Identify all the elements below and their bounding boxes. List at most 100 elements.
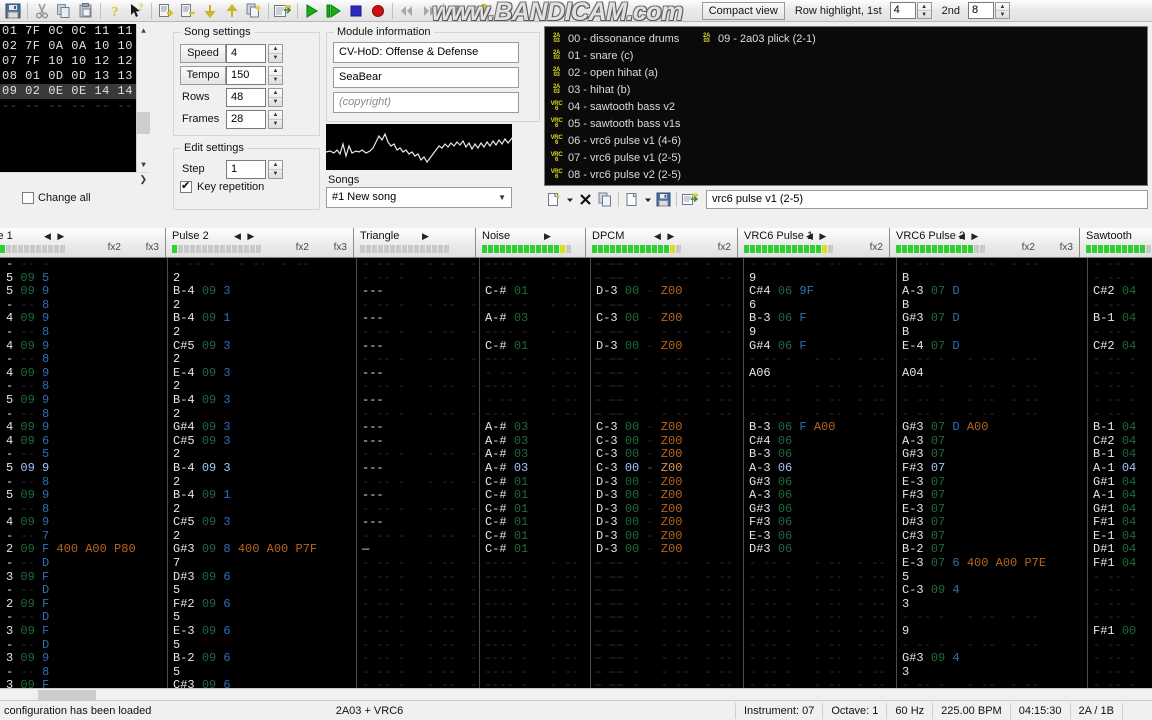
prev-frame-icon[interactable] [396, 1, 418, 21]
delete-instrument-icon[interactable] [575, 190, 595, 210]
pattern-cell[interactable]: B-3 06 F [749, 312, 814, 326]
pattern-cell[interactable]: B-2 09 6 [173, 651, 238, 666]
new-instrument-icon[interactable] [544, 190, 564, 210]
pattern-cell-empty[interactable]: - -- - - -- - -- [902, 258, 1039, 272]
pattern-cell[interactable]: C#4 06 9F [749, 284, 821, 299]
author-input[interactable]: SeaBear [333, 67, 519, 88]
pattern-cell[interactable]: 2 [173, 448, 187, 462]
pattern-cell[interactable]: 4 09 9 [6, 312, 56, 326]
pattern-cell[interactable]: E-3 07 [902, 475, 952, 490]
pattern-cell[interactable]: 2 [173, 380, 187, 394]
pattern-cell[interactable]: D#1 04 [1093, 543, 1143, 557]
play-from-start-icon[interactable] [323, 1, 345, 21]
pattern-cell[interactable]: B-3 06 [749, 448, 799, 462]
pattern-cell[interactable]: - -- D [6, 638, 56, 653]
pattern-cell[interactable]: 3 09 F [6, 570, 56, 585]
pattern-cell[interactable]: C-# 01 [485, 543, 535, 557]
pattern-cell-empty[interactable]: - -- - - -- - -- [1093, 611, 1152, 625]
pattern-cell[interactable]: 2 [173, 475, 187, 490]
pattern-cell-empty[interactable]: - -- - - -- - -- [596, 570, 733, 585]
pattern-cell[interactable]: - -- 5 [6, 448, 56, 462]
pattern-cell-empty[interactable]: - -- - - -- - -- [1093, 366, 1152, 381]
speed-button[interactable]: Speed [180, 43, 226, 63]
frame-row[interactable]: 07 7F 10 10 12 12 7F [0, 54, 150, 69]
tempo-spinner[interactable]: ▲ ▼ [268, 65, 283, 85]
duplicate-frame-icon[interactable] [243, 1, 265, 21]
pattern-cell[interactable]: E-4 07 D [902, 339, 967, 354]
key-repetition-row[interactable]: Key repetition [180, 179, 319, 193]
pattern-cell-empty[interactable]: - -- - - -- - -- [749, 407, 886, 422]
pattern-cell[interactable]: — [362, 543, 376, 557]
channel-fx-arrows[interactable]: ◀ ▶ [958, 231, 980, 242]
load-instrument-icon[interactable] [622, 190, 642, 210]
pattern-cell[interactable]: 5 09 9 [6, 284, 56, 299]
pattern-cell-empty[interactable]: - -- - - -- - -- [1093, 679, 1152, 688]
pattern-cell[interactable]: D-3 00 - Z00 [596, 502, 690, 517]
pattern-cell[interactable]: C#4 06 [749, 434, 799, 449]
pattern-cell-empty[interactable]: - -- - - -- - -- [596, 652, 733, 666]
pattern-cell[interactable]: A-# 03 [485, 461, 535, 476]
pattern-cell[interactable]: E-3 07 6 400 A00 P7E [902, 556, 1053, 571]
instrument-list-item[interactable]: VRC 6 08 - vrc6 pulse v2 (2-5) [547, 166, 697, 183]
pattern-cell[interactable]: D-3 00 - Z00 [596, 543, 690, 557]
help-icon[interactable]: ? [104, 1, 126, 21]
channel-fx-arrows[interactable]: ◀ ▶ [234, 231, 256, 242]
channel-fx-arrows[interactable]: ◀ ▶ [654, 231, 676, 242]
pattern-cell[interactable]: C#3 09 6 [173, 679, 238, 688]
pattern-cell[interactable]: 3 [902, 665, 916, 680]
stop-icon[interactable] [345, 1, 367, 21]
rows-input[interactable]: 48 [226, 87, 266, 107]
pattern-cell[interactable]: --- [362, 434, 391, 449]
pattern-cell[interactable]: C-# 01 [485, 529, 535, 544]
pattern-cell[interactable]: E-3 07 [902, 502, 952, 517]
pattern-cell[interactable]: 4 09 6 [6, 434, 56, 449]
pattern-cell[interactable]: A-# 03 [485, 434, 535, 449]
pattern-cell[interactable]: A06 [749, 366, 778, 381]
pattern-cell[interactable]: G#3 07 D [902, 312, 967, 326]
pattern-cell[interactable]: C-# 01 [485, 339, 535, 354]
pattern-cell-empty[interactable]: - -- - - -- - -- [1093, 353, 1152, 367]
pattern-cell-empty[interactable]: - -- - - -- - -- [749, 597, 886, 612]
pattern-cell-empty[interactable]: - -- - - -- - -- [749, 611, 886, 625]
pattern-cell-empty[interactable]: - -- - - -- - -- [596, 665, 733, 680]
change-all-checkbox[interactable] [22, 192, 34, 204]
pattern-cell[interactable]: 5 [173, 583, 187, 598]
pattern-cell-empty[interactable]: - -- - - -- - -- [596, 638, 733, 653]
pattern-cell[interactable]: C-3 00 - Z00 [596, 312, 690, 326]
pattern-cell-empty[interactable]: - -- - - -- - -- [596, 258, 733, 272]
frame-editor[interactable]: 01 7F 0C 0C 11 11 09 02 7F 0A 0A 10 10 7F… [0, 24, 150, 172]
pattern-cell[interactable]: F#3 07 [902, 461, 952, 476]
frames-input[interactable]: 28 [226, 109, 266, 129]
pattern-cell[interactable]: E-1 04 [1093, 529, 1143, 544]
pattern-cell[interactable]: D-3 00 - Z00 [596, 284, 690, 299]
pattern-cell[interactable]: --- [362, 461, 391, 476]
pattern-cell-empty[interactable]: - -- - - -- - -- [902, 353, 1039, 367]
pattern-cell[interactable]: E-3 06 [749, 529, 799, 544]
pattern-cell[interactable]: B-3 06 F A00 [749, 420, 843, 435]
channel-header-pulse-1[interactable]: Pulse 1 ◀ ▶ fx2 fx3 [0, 228, 166, 257]
pattern-cell-empty[interactable]: - -- - - -- - -- [902, 380, 1039, 394]
instrument-list-item[interactable]: VRC 6 06 - vrc6 pulse v1 (4-6) [547, 132, 697, 149]
pattern-cell[interactable]: - -- 8 [6, 325, 56, 340]
pattern-cell[interactable]: D-3 00 - Z00 [596, 529, 690, 544]
pattern-cell[interactable]: - -- D [6, 583, 56, 598]
pattern-cell[interactable]: 2 [173, 352, 187, 367]
pattern-cell-empty[interactable]: - -- - - -- - -- [749, 258, 886, 272]
play-icon[interactable] [301, 1, 323, 21]
pattern-cell-empty[interactable]: - -- - - -- - -- [596, 597, 733, 612]
channel-header-noise[interactable]: Noise ▶ [476, 228, 586, 257]
row-highlight-1st-spinner[interactable]: ▲ ▼ [916, 2, 932, 19]
pattern-cell-empty[interactable]: - -- - - -- - -- [596, 325, 733, 340]
pattern-cell[interactable]: F#3 07 [902, 488, 952, 503]
frame-row[interactable]: 02 7F 0A 0A 10 10 7F [0, 39, 150, 54]
tempo-input[interactable]: 150 [226, 65, 266, 85]
pattern-cell[interactable]: B [902, 271, 916, 286]
step-spinner[interactable]: ▲ ▼ [268, 159, 283, 179]
channel-fx-arrows[interactable]: ▶ [422, 231, 431, 242]
pattern-cell[interactable]: B-4 09 1 [173, 488, 238, 503]
pattern-cell[interactable]: 2 09 F 400 A00 P80 [6, 543, 143, 557]
follow-mode-icon[interactable] [447, 1, 469, 21]
pattern-cell-empty[interactable]: - -- - - -- - -- [1093, 665, 1152, 680]
pattern-cell[interactable]: C#2 04 [1093, 339, 1143, 354]
pattern-cell[interactable]: C#5 09 3 [173, 515, 238, 530]
